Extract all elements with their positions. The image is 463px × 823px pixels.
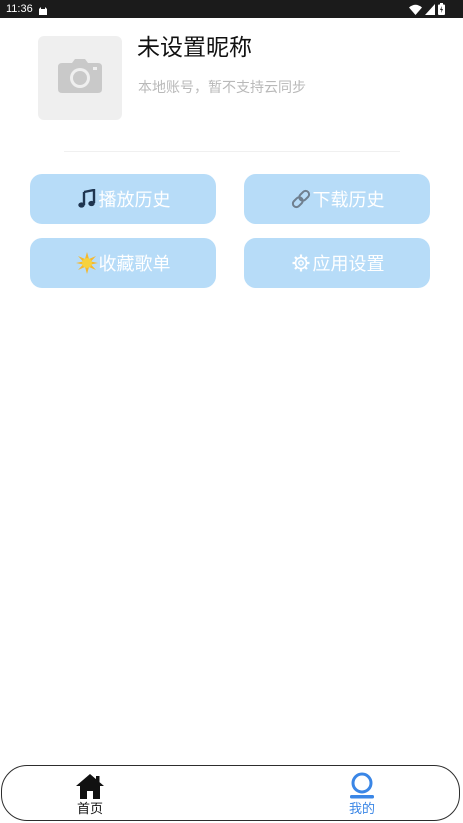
nav-mine[interactable]: 我的	[322, 766, 402, 822]
play-history-button[interactable]: 播放历史	[30, 174, 216, 224]
download-history-button[interactable]: 下载历史	[244, 174, 430, 224]
play-history-label: 播放历史	[98, 190, 171, 211]
bottom-nav: 首页 我的	[1, 765, 460, 821]
favorite-playlists-button[interactable]: 收藏歌单	[30, 238, 216, 288]
favorite-playlists-label: 收藏歌单	[98, 254, 171, 275]
signal-icon	[425, 3, 435, 15]
sun-icon	[75, 252, 98, 274]
wifi-icon	[409, 4, 422, 15]
home-icon	[74, 772, 106, 800]
camera-icon	[58, 59, 102, 97]
app-settings-label: 应用设置	[312, 254, 385, 275]
nav-home[interactable]: 首页	[50, 766, 130, 822]
notification-app-icon	[38, 4, 48, 15]
divider	[64, 151, 400, 152]
status-icons	[409, 3, 445, 15]
account-note: 本地账号，暂不支持云同步	[138, 80, 306, 96]
gear-icon	[290, 252, 312, 274]
avatar[interactable]	[38, 36, 122, 120]
status-bar: 11:36	[0, 0, 463, 18]
status-time: 11:36	[6, 3, 33, 15]
link-icon	[290, 188, 312, 210]
user-icon	[346, 772, 378, 800]
nav-home-label: 首页	[76, 802, 103, 817]
app-settings-button[interactable]: 应用设置	[244, 238, 430, 288]
nav-mine-label: 我的	[348, 802, 375, 817]
nickname[interactable]: 未设置昵称	[137, 30, 252, 66]
download-history-label: 下载历史	[312, 190, 385, 211]
battery-icon	[438, 3, 445, 15]
music-note-icon	[76, 188, 98, 210]
